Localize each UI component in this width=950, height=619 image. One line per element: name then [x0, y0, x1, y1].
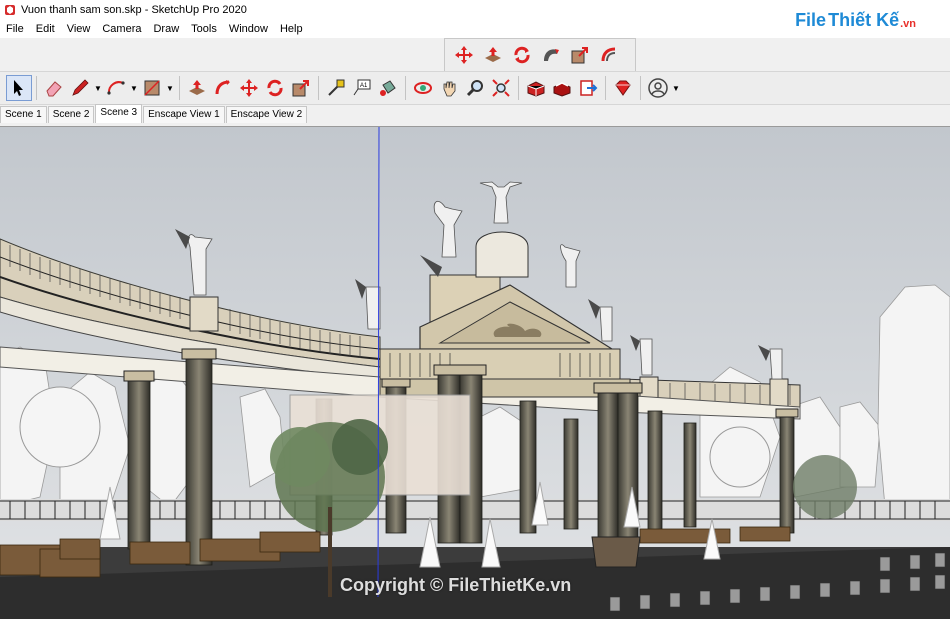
- scene-render: [0, 127, 950, 619]
- orbit-icon[interactable]: [410, 75, 436, 101]
- rotate-tool-icon[interactable]: [262, 75, 288, 101]
- push-pull-tool-icon[interactable]: [184, 75, 210, 101]
- eraser-icon[interactable]: [41, 75, 67, 101]
- tab-enscape-view-1[interactable]: Enscape View 1: [143, 106, 225, 123]
- toolbar-separator: [36, 76, 37, 100]
- floating-toolbar: [444, 38, 636, 72]
- copyright-watermark: Copyright © FileThietKe.vn: [340, 575, 572, 595]
- pencil-icon[interactable]: [67, 75, 93, 101]
- toolbar-separator: [318, 76, 319, 100]
- arc-icon[interactable]: [103, 75, 129, 101]
- logo-part-thietke: Thiết Kế: [828, 10, 900, 30]
- scene-tabs: Scene 1 Scene 2 Scene 3 Enscape View 1 E…: [0, 104, 950, 123]
- rectangle-icon[interactable]: [139, 75, 165, 101]
- modeling-viewport[interactable]: [0, 126, 950, 619]
- window-title: Vuon thanh sam son.skp - SketchUp Pro 20…: [21, 4, 247, 16]
- zoom-extents-icon[interactable]: [488, 75, 514, 101]
- ruby-icon[interactable]: [610, 75, 636, 101]
- toolbar-separator: [518, 76, 519, 100]
- scale-icon[interactable]: [567, 42, 593, 68]
- menu-view[interactable]: View: [61, 23, 97, 35]
- menu-camera[interactable]: Camera: [96, 23, 147, 35]
- urn: [591, 536, 641, 568]
- menu-file[interactable]: File: [0, 23, 30, 35]
- move-icon[interactable]: [451, 42, 477, 68]
- filethietke-logo: File Thiết Kế .vn: [795, 10, 916, 31]
- toolbar-separator: [405, 76, 406, 100]
- tab-enscape-view-2[interactable]: Enscape View 2: [225, 106, 308, 123]
- paint-bucket-icon[interactable]: [375, 75, 401, 101]
- svg-text:A1: A1: [360, 83, 368, 89]
- menu-tools[interactable]: Tools: [185, 23, 223, 35]
- pencil-dropdown-icon[interactable]: ▼: [93, 75, 103, 101]
- menu-window[interactable]: Window: [223, 23, 274, 35]
- account-icon[interactable]: [645, 75, 671, 101]
- warehouse-icon[interactable]: [523, 75, 549, 101]
- rectangle-dropdown-icon[interactable]: ▼: [165, 75, 175, 101]
- tab-scene-1[interactable]: Scene 1: [0, 106, 47, 123]
- sketchup-logo-icon: [5, 5, 15, 15]
- push-pull-icon[interactable]: [480, 42, 506, 68]
- extension-warehouse-icon[interactable]: [549, 75, 575, 101]
- pan-icon[interactable]: [436, 75, 462, 101]
- main-toolbar: ▼ ▼ ▼ A1 ▼: [0, 71, 950, 105]
- arc-dropdown-icon[interactable]: ▼: [129, 75, 139, 101]
- follow-me-icon[interactable]: [538, 42, 564, 68]
- logo-part-vn: .vn: [900, 17, 916, 30]
- toolbar-separator: [640, 76, 641, 100]
- toolbar-separator: [605, 76, 606, 100]
- rotate-icon[interactable]: [509, 42, 535, 68]
- logo-part-file: File: [795, 10, 827, 30]
- account-dropdown-icon[interactable]: ▼: [671, 75, 681, 101]
- menu-draw[interactable]: Draw: [147, 23, 185, 35]
- follow-me-tool-icon[interactable]: [210, 75, 236, 101]
- tab-scene-3[interactable]: Scene 3: [95, 104, 143, 123]
- menu-edit[interactable]: Edit: [30, 23, 61, 35]
- zoom-icon[interactable]: [462, 75, 488, 101]
- scale-tool-icon[interactable]: [288, 75, 314, 101]
- toolbar-separator: [179, 76, 180, 100]
- select-icon[interactable]: [6, 75, 32, 101]
- text-icon[interactable]: A1: [349, 75, 375, 101]
- menu-help[interactable]: Help: [274, 23, 309, 35]
- move-tool-icon[interactable]: [236, 75, 262, 101]
- send-to-layout-icon[interactable]: [575, 75, 601, 101]
- tape-measure-icon[interactable]: [323, 75, 349, 101]
- tab-scene-2[interactable]: Scene 2: [47, 106, 95, 123]
- offset-icon[interactable]: [596, 42, 622, 68]
